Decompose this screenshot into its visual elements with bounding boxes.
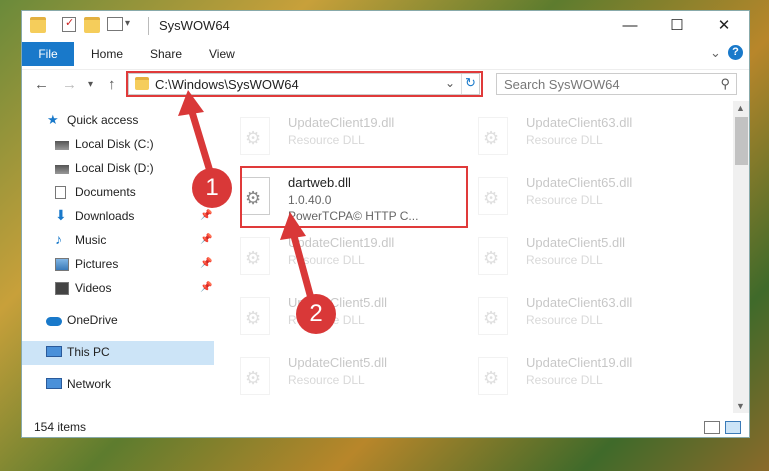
step-1-badge: 1 (192, 168, 232, 208)
annotation-arrows (178, 90, 316, 306)
arrow-2-line (290, 232, 316, 306)
arrow-1-head (178, 90, 204, 116)
step-2-badge: 2 (296, 294, 336, 334)
arrow-2-head (280, 212, 306, 240)
